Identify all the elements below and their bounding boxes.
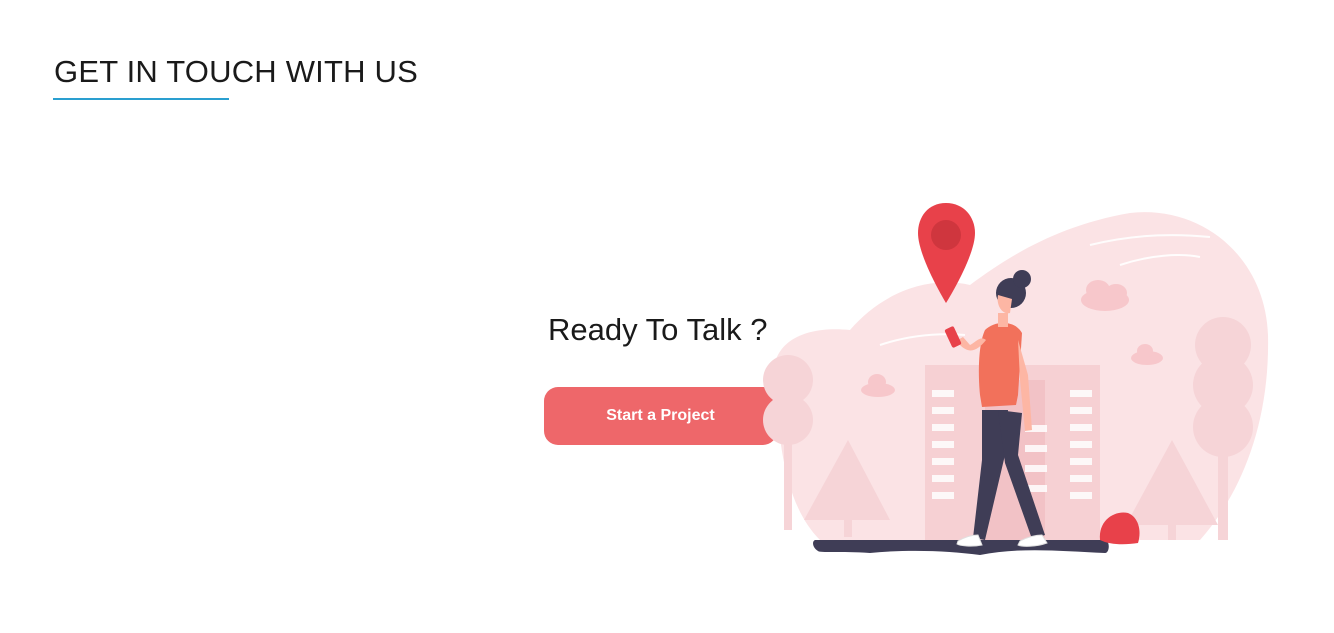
contact-section: GET IN TOUCH WITH US Ready To Talk ? Sta… [0,0,1334,633]
start-project-button[interactable]: Start a Project [544,387,777,445]
cta-title: Ready To Talk ? [548,312,768,347]
heading-underline [53,98,229,100]
woman-walking-with-location-pin-illustration [763,203,1269,555]
section-heading: GET IN TOUCH WITH US [54,54,418,89]
